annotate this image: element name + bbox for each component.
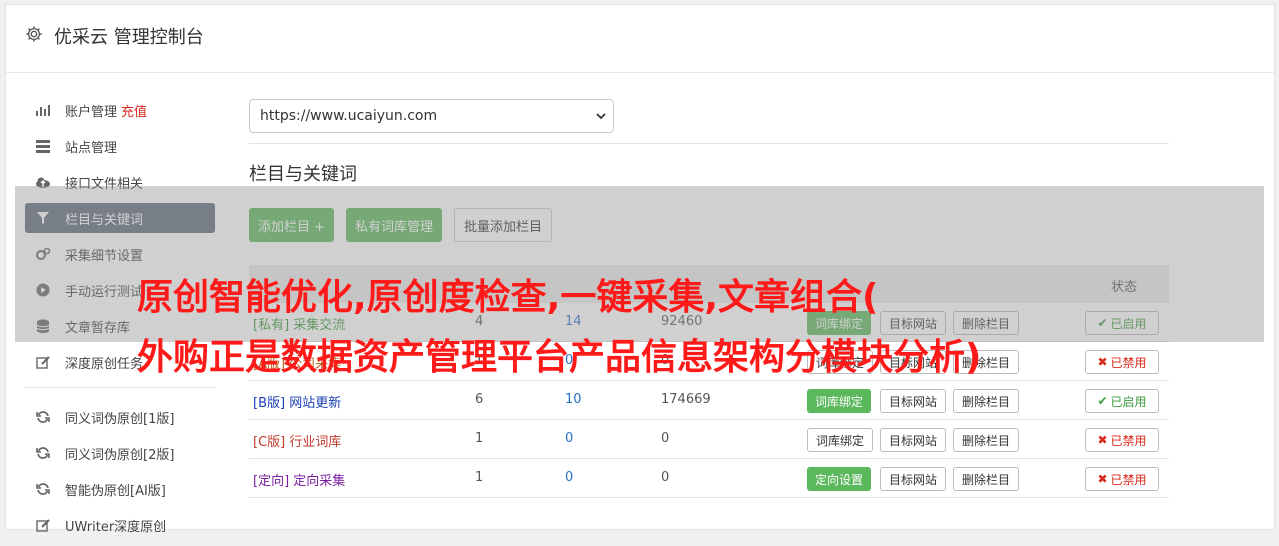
page-title: 优采云 管理控制台 xyxy=(54,27,204,48)
table-row: [定向] 定向采集 1 0 0 定向设置 目标网站 删除栏目 ✖ 已禁用 xyxy=(249,459,1169,498)
watermark-text-line2: 外购正是数据资产管理平台产品信息架构分模块分析) xyxy=(137,337,982,378)
target-site-button[interactable]: 目标网站 xyxy=(880,389,947,413)
check-icon: ✔ xyxy=(1097,394,1108,408)
close-icon: ✖ xyxy=(1097,472,1108,486)
recharge-link[interactable]: 充值 xyxy=(121,101,147,120)
delete-column-button[interactable]: 删除栏目 xyxy=(953,428,1020,452)
divider xyxy=(249,143,1169,144)
sidebar-item-synonym-v2[interactable]: 同义词伪原创[2版] xyxy=(25,438,215,468)
edit-icon xyxy=(35,354,51,370)
target-site-button[interactable]: 目标网站 xyxy=(880,467,947,491)
refresh-icon xyxy=(35,481,51,497)
edit-icon xyxy=(35,517,51,533)
bar-chart-icon xyxy=(35,102,51,118)
sidebar-item-account[interactable]: 账户管理 充值 xyxy=(25,95,215,125)
table-row: [C版] 行业词库 1 0 0 词库绑定 目标网站 删除栏目 ✖ 已禁用 xyxy=(249,420,1169,459)
count-c: 0 xyxy=(661,470,670,485)
sidebar-item-synonym-v1[interactable]: 同义词伪原创[1版] xyxy=(25,402,215,432)
header: 优采云 管理控制台 xyxy=(6,5,1274,73)
column-name[interactable]: [定向] 定向采集 xyxy=(253,470,345,489)
bind-thesaurus-button[interactable]: 词库绑定 xyxy=(807,389,872,413)
gear-icon xyxy=(26,26,42,42)
delete-column-button[interactable]: 删除栏目 xyxy=(953,467,1020,491)
close-icon: ✖ xyxy=(1097,355,1108,369)
count-b[interactable]: 0 xyxy=(565,470,573,485)
count-b[interactable]: 0 xyxy=(565,431,573,446)
section-title: 栏目与关键词 xyxy=(249,164,357,185)
sidebar-item-label: UWriter深度原创 xyxy=(65,519,167,535)
sidebar-item-label: 账户管理 xyxy=(65,104,118,120)
count-a: 6 xyxy=(475,392,484,407)
sidebar-item-label: 深度原创任务 xyxy=(65,356,144,372)
sidebar-item-uwriter[interactable]: UWriter深度原创 xyxy=(25,510,215,540)
bind-thesaurus-button[interactable]: 词库绑定 xyxy=(807,428,874,452)
status-toggle[interactable]: ✖ 已禁用 xyxy=(1085,428,1159,452)
sidebar-item-ai-rewrite[interactable]: 智能伪原创[AI版] xyxy=(25,474,215,504)
status-toggle[interactable]: ✖ 已禁用 xyxy=(1085,350,1159,374)
sidebar-item-label: 智能伪原创[AI版] xyxy=(65,483,166,499)
status-label: 已启用 xyxy=(1110,394,1147,409)
status-label: 已禁用 xyxy=(1110,355,1147,370)
column-name[interactable]: [C版] 行业词库 xyxy=(253,431,341,450)
sidebar-item-label: 站点管理 xyxy=(65,140,118,156)
watermark-text-line1: 原创智能优化,原创度检查,一键采集,文章组合( xyxy=(137,277,879,318)
status-toggle[interactable]: ✖ 已禁用 xyxy=(1085,467,1159,491)
sidebar-divider xyxy=(25,387,215,388)
status-toggle[interactable]: ✔ 已启用 xyxy=(1085,389,1159,413)
count-c: 174669 xyxy=(661,392,711,407)
count-b[interactable]: 10 xyxy=(565,392,582,407)
count-a: 1 xyxy=(475,470,484,485)
server-icon xyxy=(35,138,51,154)
column-name[interactable]: [B版] 网站更新 xyxy=(253,392,341,411)
bind-thesaurus-button[interactable]: 定向设置 xyxy=(807,467,872,491)
refresh-icon xyxy=(35,409,51,425)
status-label: 已禁用 xyxy=(1110,472,1147,487)
sidebar-item-label: 同义词伪原创[1版] xyxy=(65,411,175,427)
close-icon: ✖ xyxy=(1097,433,1108,447)
count-a: 1 xyxy=(475,431,484,446)
delete-column-button[interactable]: 删除栏目 xyxy=(953,389,1020,413)
count-c: 0 xyxy=(661,431,670,446)
status-label: 已禁用 xyxy=(1110,433,1147,448)
chevron-down-icon xyxy=(596,113,606,120)
site-select-value: https://www.ucaiyun.com xyxy=(260,108,438,124)
site-select[interactable]: https://www.ucaiyun.com xyxy=(249,99,614,133)
target-site-button[interactable]: 目标网站 xyxy=(880,428,947,452)
refresh-icon xyxy=(35,445,51,461)
sidebar-item-sites[interactable]: 站点管理 xyxy=(25,131,215,161)
sidebar-item-label: 同义词伪原创[2版] xyxy=(65,447,175,463)
table-row: [B版] 网站更新 6 10 174669 词库绑定 目标网站 删除栏目 ✔ 已启用 xyxy=(249,381,1169,420)
